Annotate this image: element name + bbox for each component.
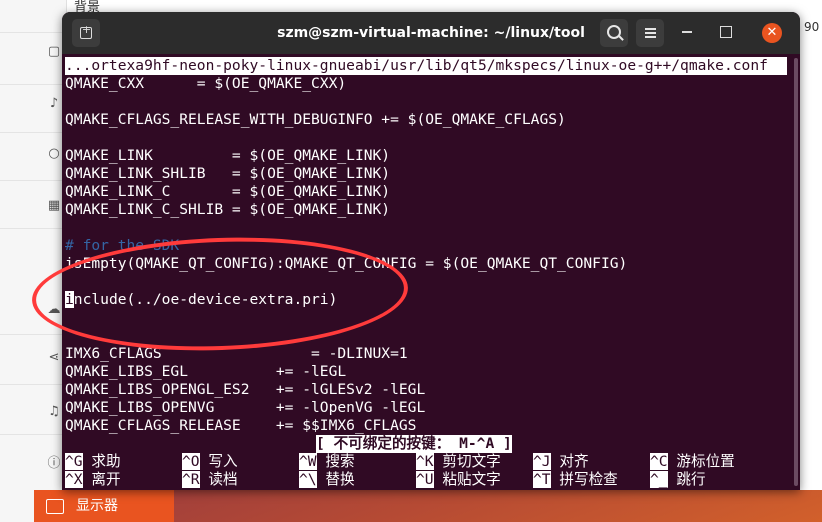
terminal-window[interactable]: szm@szm-virtual-machine: ~/linux/tool ✕ … — [62, 12, 800, 490]
code-line: QMAKE_CFLAGS_RELEASE_WITH_DEBUGINFO += $… — [65, 111, 566, 128]
code-line-text: nclude(../oe-device-extra.pri) — [73, 291, 338, 308]
hamburger-icon — [645, 28, 656, 30]
window-title: szm@szm-virtual-machine: ~/linux/tool — [277, 25, 585, 41]
sidebar-row[interactable] — [0, 334, 66, 385]
sidebar-row[interactable] — [0, 180, 66, 229]
sidebar-item-display[interactable]: 显示器 — [34, 490, 174, 522]
shortcut-spell[interactable]: ^T 拼写检查 — [533, 471, 618, 489]
shortcut-read[interactable]: ^R 读档 — [182, 471, 238, 489]
sidebar-row[interactable] — [0, 132, 66, 181]
menu-button[interactable] — [636, 19, 664, 47]
code-line: QMAKE_LIBS_OPENGL_ES2 += -lGLESv2 -lEGL — [65, 381, 426, 398]
shortcut-search[interactable]: ^W 搜索 — [299, 453, 355, 471]
comment-line: # for the SDK — [65, 237, 180, 254]
background-right-label: 90 — [804, 20, 820, 34]
sidebar-row[interactable] — [0, 0, 66, 33]
scrollbar-thumb[interactable] — [794, 58, 798, 486]
code-line: QMAKE_LINK_C = $(OE_QMAKE_LINK) — [65, 183, 391, 200]
shortcut-exit[interactable]: ^X 离开 — [65, 471, 121, 489]
settings-sidebar: ▢ ♪ ○ ▦ ☁ ⋖ ♫ ⓘ — [0, 0, 67, 522]
info-icon: ⓘ — [47, 456, 61, 471]
terminal-scrollbar[interactable] — [792, 54, 800, 490]
shortcut-help[interactable]: ^G 求助 — [65, 453, 121, 471]
sidebar-row[interactable] — [0, 384, 66, 435]
monitor-icon — [46, 499, 64, 514]
terminal-titlebar[interactable]: szm@szm-virtual-machine: ~/linux/tool ✕ — [62, 12, 800, 54]
code-line: QMAKE_CFLAGS_RELEASE += $$IMX6_CFLAGS — [65, 417, 417, 434]
code-line: QMAKE_LINK_C_SHLIB = $(OE_QMAKE_LINK) — [65, 201, 391, 218]
text-cursor[interactable]: i — [65, 291, 74, 308]
status-message: [ 不可绑定的按键： M-^A ] — [316, 435, 512, 453]
code-line: QMAKE_LIBS_OPENVG += -lOpenVG -lEGL — [65, 399, 426, 416]
code-line: QMAKE_CXX = $(OE_QMAKE_CXX) — [65, 75, 347, 92]
sidebar-row[interactable] — [0, 84, 66, 133]
code-line: QMAKE_LINK = $(OE_QMAKE_LINK) — [65, 147, 391, 164]
sidebar-item-label: 显示器 — [76, 498, 118, 514]
shortcut-write[interactable]: ^O 写入 — [182, 453, 238, 471]
code-line-cursor: include(../oe-device-extra.pri) — [65, 291, 337, 309]
shortcut-goto-line[interactable]: ^_ 跳行 — [650, 471, 706, 489]
terminal-content[interactable]: ...ortexa9hf-neon-poky-linux-gnueabi/usr… — [62, 54, 792, 490]
shortcut-cut[interactable]: ^K 剪切文字 — [416, 453, 501, 471]
sidebar-row[interactable] — [0, 32, 66, 85]
sidebar-row[interactable] — [0, 228, 66, 335]
search-button[interactable] — [600, 19, 628, 47]
minimize-button[interactable] — [682, 31, 692, 33]
code-line: QMAKE_LIBS_EGL += -lEGL — [65, 363, 347, 380]
shortcut-cursor-pos[interactable]: ^C 游标位置 — [650, 453, 735, 471]
maximize-button[interactable] — [720, 26, 732, 38]
code-line: isEmpty(QMAKE_QT_CONFIG):QMAKE_QT_CONFIG… — [65, 255, 628, 272]
shortcut-justify[interactable]: ^J 对齐 — [533, 453, 589, 471]
code-line: IMX6_CFLAGS = -DLINUX=1 — [65, 345, 408, 362]
code-line: QMAKE_LINK_SHLIB = $(OE_QMAKE_LINK) — [65, 165, 391, 182]
shortcut-paste[interactable]: ^U 粘贴文字 — [416, 471, 501, 489]
nano-header: ...ortexa9hf-neon-poky-linux-gnueabi/usr… — [65, 57, 787, 75]
new-tab-button[interactable] — [72, 19, 100, 47]
shortcut-replace[interactable]: ^\ 替换 — [299, 471, 355, 489]
close-button[interactable]: ✕ — [762, 23, 782, 43]
